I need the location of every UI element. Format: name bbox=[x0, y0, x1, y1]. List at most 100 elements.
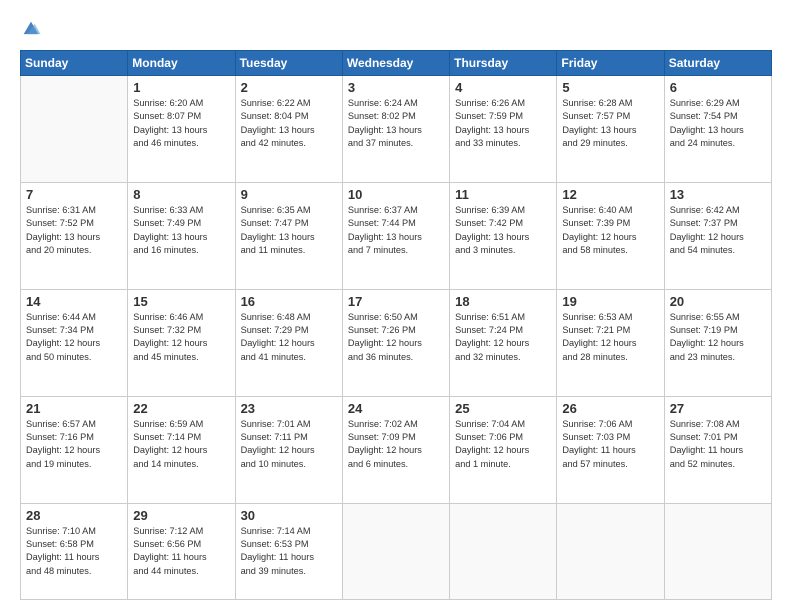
calendar-week-row: 14 Sunrise: 6:44 AMSunset: 7:34 PMDayligh… bbox=[21, 289, 772, 396]
header bbox=[20, 18, 772, 40]
day-number: 16 bbox=[241, 294, 337, 309]
calendar-cell: 19 Sunrise: 6:53 AMSunset: 7:21 PMDayligh… bbox=[557, 289, 664, 396]
calendar-cell: 27 Sunrise: 7:08 AMSunset: 7:01 PMDayligh… bbox=[664, 396, 771, 503]
day-number: 4 bbox=[455, 80, 551, 95]
calendar-cell: 20Sunrise: 6:55 AMSunset: 7:19 PMDayligh… bbox=[664, 289, 771, 396]
calendar-cell bbox=[450, 503, 557, 599]
calendar-cell bbox=[21, 76, 128, 183]
calendar-cell: 1 Sunrise: 6:20 AMSunset: 8:07 PMDaylight… bbox=[128, 76, 235, 183]
calendar-header-friday: Friday bbox=[557, 51, 664, 76]
day-info: Sunrise: 6:42 AMSunset: 7:37 PMDaylight:… bbox=[670, 204, 766, 257]
day-info: Sunrise: 6:50 AMSunset: 7:26 PMDaylight:… bbox=[348, 311, 444, 364]
day-number: 18 bbox=[455, 294, 551, 309]
day-info: Sunrise: 6:29 AMSunset: 7:54 PMDaylight:… bbox=[670, 97, 766, 150]
day-info: Sunrise: 6:28 AMSunset: 7:57 PMDaylight:… bbox=[562, 97, 658, 150]
day-number: 20 bbox=[670, 294, 766, 309]
day-info: Sunrise: 6:37 AMSunset: 7:44 PMDaylight:… bbox=[348, 204, 444, 257]
calendar-week-row: 7Sunrise: 6:31 AMSunset: 7:52 PMDaylight… bbox=[21, 182, 772, 289]
calendar-cell: 14 Sunrise: 6:44 AMSunset: 7:34 PMDayligh… bbox=[21, 289, 128, 396]
calendar-cell: 29 Sunrise: 7:12 AMSunset: 6:56 PMDayligh… bbox=[128, 503, 235, 599]
logo-icon bbox=[20, 18, 42, 40]
day-number: 29 bbox=[133, 508, 229, 523]
day-info: Sunrise: 7:04 AMSunset: 7:06 PMDaylight:… bbox=[455, 418, 551, 471]
calendar-cell bbox=[342, 503, 449, 599]
page: SundayMondayTuesdayWednesdayThursdayFrid… bbox=[0, 0, 792, 612]
day-number: 7 bbox=[26, 187, 122, 202]
day-number: 15 bbox=[133, 294, 229, 309]
day-number: 27 bbox=[670, 401, 766, 416]
calendar-cell: 6 Sunrise: 6:29 AMSunset: 7:54 PMDaylight… bbox=[664, 76, 771, 183]
day-info: Sunrise: 6:39 AMSunset: 7:42 PMDaylight:… bbox=[455, 204, 551, 257]
calendar-cell: 3 Sunrise: 6:24 AMSunset: 8:02 PMDaylight… bbox=[342, 76, 449, 183]
calendar-cell: 7Sunrise: 6:31 AMSunset: 7:52 PMDaylight… bbox=[21, 182, 128, 289]
day-number: 1 bbox=[133, 80, 229, 95]
calendar-cell: 8Sunrise: 6:33 AMSunset: 7:49 PMDaylight… bbox=[128, 182, 235, 289]
calendar-week-row: 21 Sunrise: 6:57 AMSunset: 7:16 PMDayligh… bbox=[21, 396, 772, 503]
day-info: Sunrise: 6:46 AMSunset: 7:32 PMDaylight:… bbox=[133, 311, 229, 364]
day-info: Sunrise: 6:53 AMSunset: 7:21 PMDaylight:… bbox=[562, 311, 658, 364]
day-number: 12 bbox=[562, 187, 658, 202]
calendar-header-tuesday: Tuesday bbox=[235, 51, 342, 76]
day-number: 24 bbox=[348, 401, 444, 416]
calendar-table: SundayMondayTuesdayWednesdayThursdayFrid… bbox=[20, 50, 772, 600]
day-number: 19 bbox=[562, 294, 658, 309]
calendar-week-row: 28 Sunrise: 7:10 AMSunset: 6:58 PMDayligh… bbox=[21, 503, 772, 599]
day-info: Sunrise: 6:22 AMSunset: 8:04 PMDaylight:… bbox=[241, 97, 337, 150]
day-number: 28 bbox=[26, 508, 122, 523]
day-number: 2 bbox=[241, 80, 337, 95]
day-info: Sunrise: 6:35 AMSunset: 7:47 PMDaylight:… bbox=[241, 204, 337, 257]
day-info: Sunrise: 7:10 AMSunset: 6:58 PMDaylight:… bbox=[26, 525, 122, 578]
day-info: Sunrise: 7:08 AMSunset: 7:01 PMDaylight:… bbox=[670, 418, 766, 471]
calendar-cell: 17 Sunrise: 6:50 AMSunset: 7:26 PMDayligh… bbox=[342, 289, 449, 396]
calendar-cell: 10 Sunrise: 6:37 AMSunset: 7:44 PMDayligh… bbox=[342, 182, 449, 289]
day-number: 22 bbox=[133, 401, 229, 416]
calendar-cell: 16 Sunrise: 6:48 AMSunset: 7:29 PMDayligh… bbox=[235, 289, 342, 396]
calendar-header-wednesday: Wednesday bbox=[342, 51, 449, 76]
day-number: 13 bbox=[670, 187, 766, 202]
day-number: 5 bbox=[562, 80, 658, 95]
calendar-cell: 24 Sunrise: 7:02 AMSunset: 7:09 PMDayligh… bbox=[342, 396, 449, 503]
day-number: 10 bbox=[348, 187, 444, 202]
day-info: Sunrise: 6:59 AMSunset: 7:14 PMDaylight:… bbox=[133, 418, 229, 471]
day-number: 17 bbox=[348, 294, 444, 309]
day-number: 11 bbox=[455, 187, 551, 202]
day-number: 3 bbox=[348, 80, 444, 95]
calendar-cell: 9 Sunrise: 6:35 AMSunset: 7:47 PMDaylight… bbox=[235, 182, 342, 289]
calendar-cell bbox=[664, 503, 771, 599]
calendar-cell: 25Sunrise: 7:04 AMSunset: 7:06 PMDayligh… bbox=[450, 396, 557, 503]
day-info: Sunrise: 6:40 AMSunset: 7:39 PMDaylight:… bbox=[562, 204, 658, 257]
day-info: Sunrise: 7:12 AMSunset: 6:56 PMDaylight:… bbox=[133, 525, 229, 578]
day-info: Sunrise: 7:01 AMSunset: 7:11 PMDaylight:… bbox=[241, 418, 337, 471]
day-number: 23 bbox=[241, 401, 337, 416]
day-info: Sunrise: 6:26 AMSunset: 7:59 PMDaylight:… bbox=[455, 97, 551, 150]
calendar-cell: 13 Sunrise: 6:42 AMSunset: 7:37 PMDayligh… bbox=[664, 182, 771, 289]
day-info: Sunrise: 6:20 AMSunset: 8:07 PMDaylight:… bbox=[133, 97, 229, 150]
day-number: 21 bbox=[26, 401, 122, 416]
calendar-cell: 30 Sunrise: 7:14 AMSunset: 6:53 PMDayligh… bbox=[235, 503, 342, 599]
day-info: Sunrise: 7:06 AMSunset: 7:03 PMDaylight:… bbox=[562, 418, 658, 471]
day-number: 6 bbox=[670, 80, 766, 95]
day-info: Sunrise: 6:33 AMSunset: 7:49 PMDaylight:… bbox=[133, 204, 229, 257]
calendar-header-thursday: Thursday bbox=[450, 51, 557, 76]
day-number: 9 bbox=[241, 187, 337, 202]
calendar-header-sunday: Sunday bbox=[21, 51, 128, 76]
calendar-header-saturday: Saturday bbox=[664, 51, 771, 76]
day-info: Sunrise: 6:57 AMSunset: 7:16 PMDaylight:… bbox=[26, 418, 122, 471]
day-info: Sunrise: 6:51 AMSunset: 7:24 PMDaylight:… bbox=[455, 311, 551, 364]
calendar-cell: 12 Sunrise: 6:40 AMSunset: 7:39 PMDayligh… bbox=[557, 182, 664, 289]
calendar-header-row: SundayMondayTuesdayWednesdayThursdayFrid… bbox=[21, 51, 772, 76]
day-number: 14 bbox=[26, 294, 122, 309]
calendar-cell: 5 Sunrise: 6:28 AMSunset: 7:57 PMDaylight… bbox=[557, 76, 664, 183]
calendar-cell: 15 Sunrise: 6:46 AMSunset: 7:32 PMDayligh… bbox=[128, 289, 235, 396]
day-info: Sunrise: 7:02 AMSunset: 7:09 PMDaylight:… bbox=[348, 418, 444, 471]
calendar-cell: 4 Sunrise: 6:26 AMSunset: 7:59 PMDaylight… bbox=[450, 76, 557, 183]
day-info: Sunrise: 6:48 AMSunset: 7:29 PMDaylight:… bbox=[241, 311, 337, 364]
calendar-cell bbox=[557, 503, 664, 599]
day-info: Sunrise: 7:14 AMSunset: 6:53 PMDaylight:… bbox=[241, 525, 337, 578]
calendar-header-monday: Monday bbox=[128, 51, 235, 76]
calendar-cell: 2 Sunrise: 6:22 AMSunset: 8:04 PMDaylight… bbox=[235, 76, 342, 183]
day-info: Sunrise: 6:24 AMSunset: 8:02 PMDaylight:… bbox=[348, 97, 444, 150]
calendar-cell: 23 Sunrise: 7:01 AMSunset: 7:11 PMDayligh… bbox=[235, 396, 342, 503]
day-number: 30 bbox=[241, 508, 337, 523]
day-info: Sunrise: 6:44 AMSunset: 7:34 PMDaylight:… bbox=[26, 311, 122, 364]
